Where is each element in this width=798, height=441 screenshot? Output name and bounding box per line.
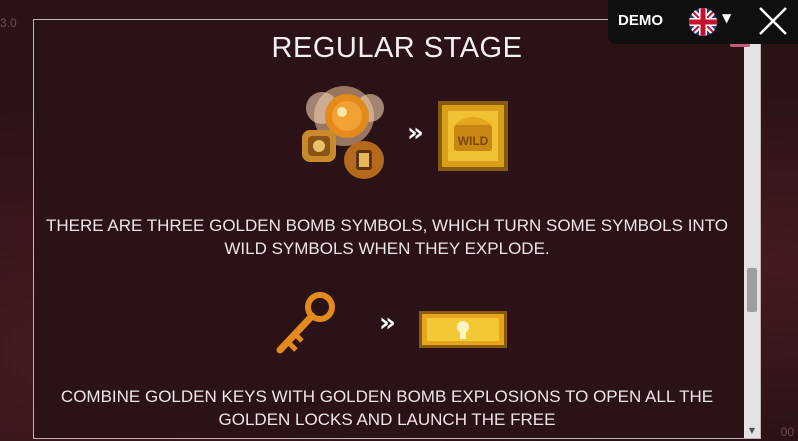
scroll-thumb[interactable] bbox=[747, 268, 757, 312]
background-label-left: 3.0 bbox=[0, 16, 17, 30]
transform-arrow-2: » bbox=[379, 308, 396, 338]
golden-key-icon bbox=[276, 292, 335, 354]
top-bar: DEMO ▼ bbox=[608, 0, 798, 44]
transform-arrow: » bbox=[407, 118, 424, 148]
wild-label: WILD bbox=[458, 134, 489, 148]
golden-lock-icon bbox=[419, 311, 507, 348]
rules-panel[interactable]: REGULAR STAGE » WILD THERE ARE THREE GOL… bbox=[33, 19, 761, 439]
demo-label: DEMO bbox=[618, 12, 663, 29]
bomb-to-wild-row: » WILD bbox=[34, 78, 740, 188]
chevron-down-icon[interactable]: ▼ bbox=[722, 11, 731, 25]
scrollbar[interactable]: ▲ ▼ bbox=[744, 20, 760, 438]
scroll-down-button[interactable]: ▼ bbox=[744, 426, 760, 435]
close-icon[interactable] bbox=[757, 5, 789, 37]
key-description: COMBINE GOLDEN KEYS WITH GOLDEN BOMB EXP… bbox=[60, 387, 714, 429]
key-to-lock-row: » bbox=[34, 288, 740, 358]
golden-bombs-icon bbox=[302, 86, 384, 179]
bomb-description: THERE ARE THREE GOLDEN BOMB SYMBOLS, WHI… bbox=[45, 216, 728, 258]
uk-flag-icon[interactable] bbox=[688, 7, 718, 37]
wild-chest-icon: WILD bbox=[438, 101, 508, 171]
background-label-right: 00 bbox=[780, 425, 794, 439]
